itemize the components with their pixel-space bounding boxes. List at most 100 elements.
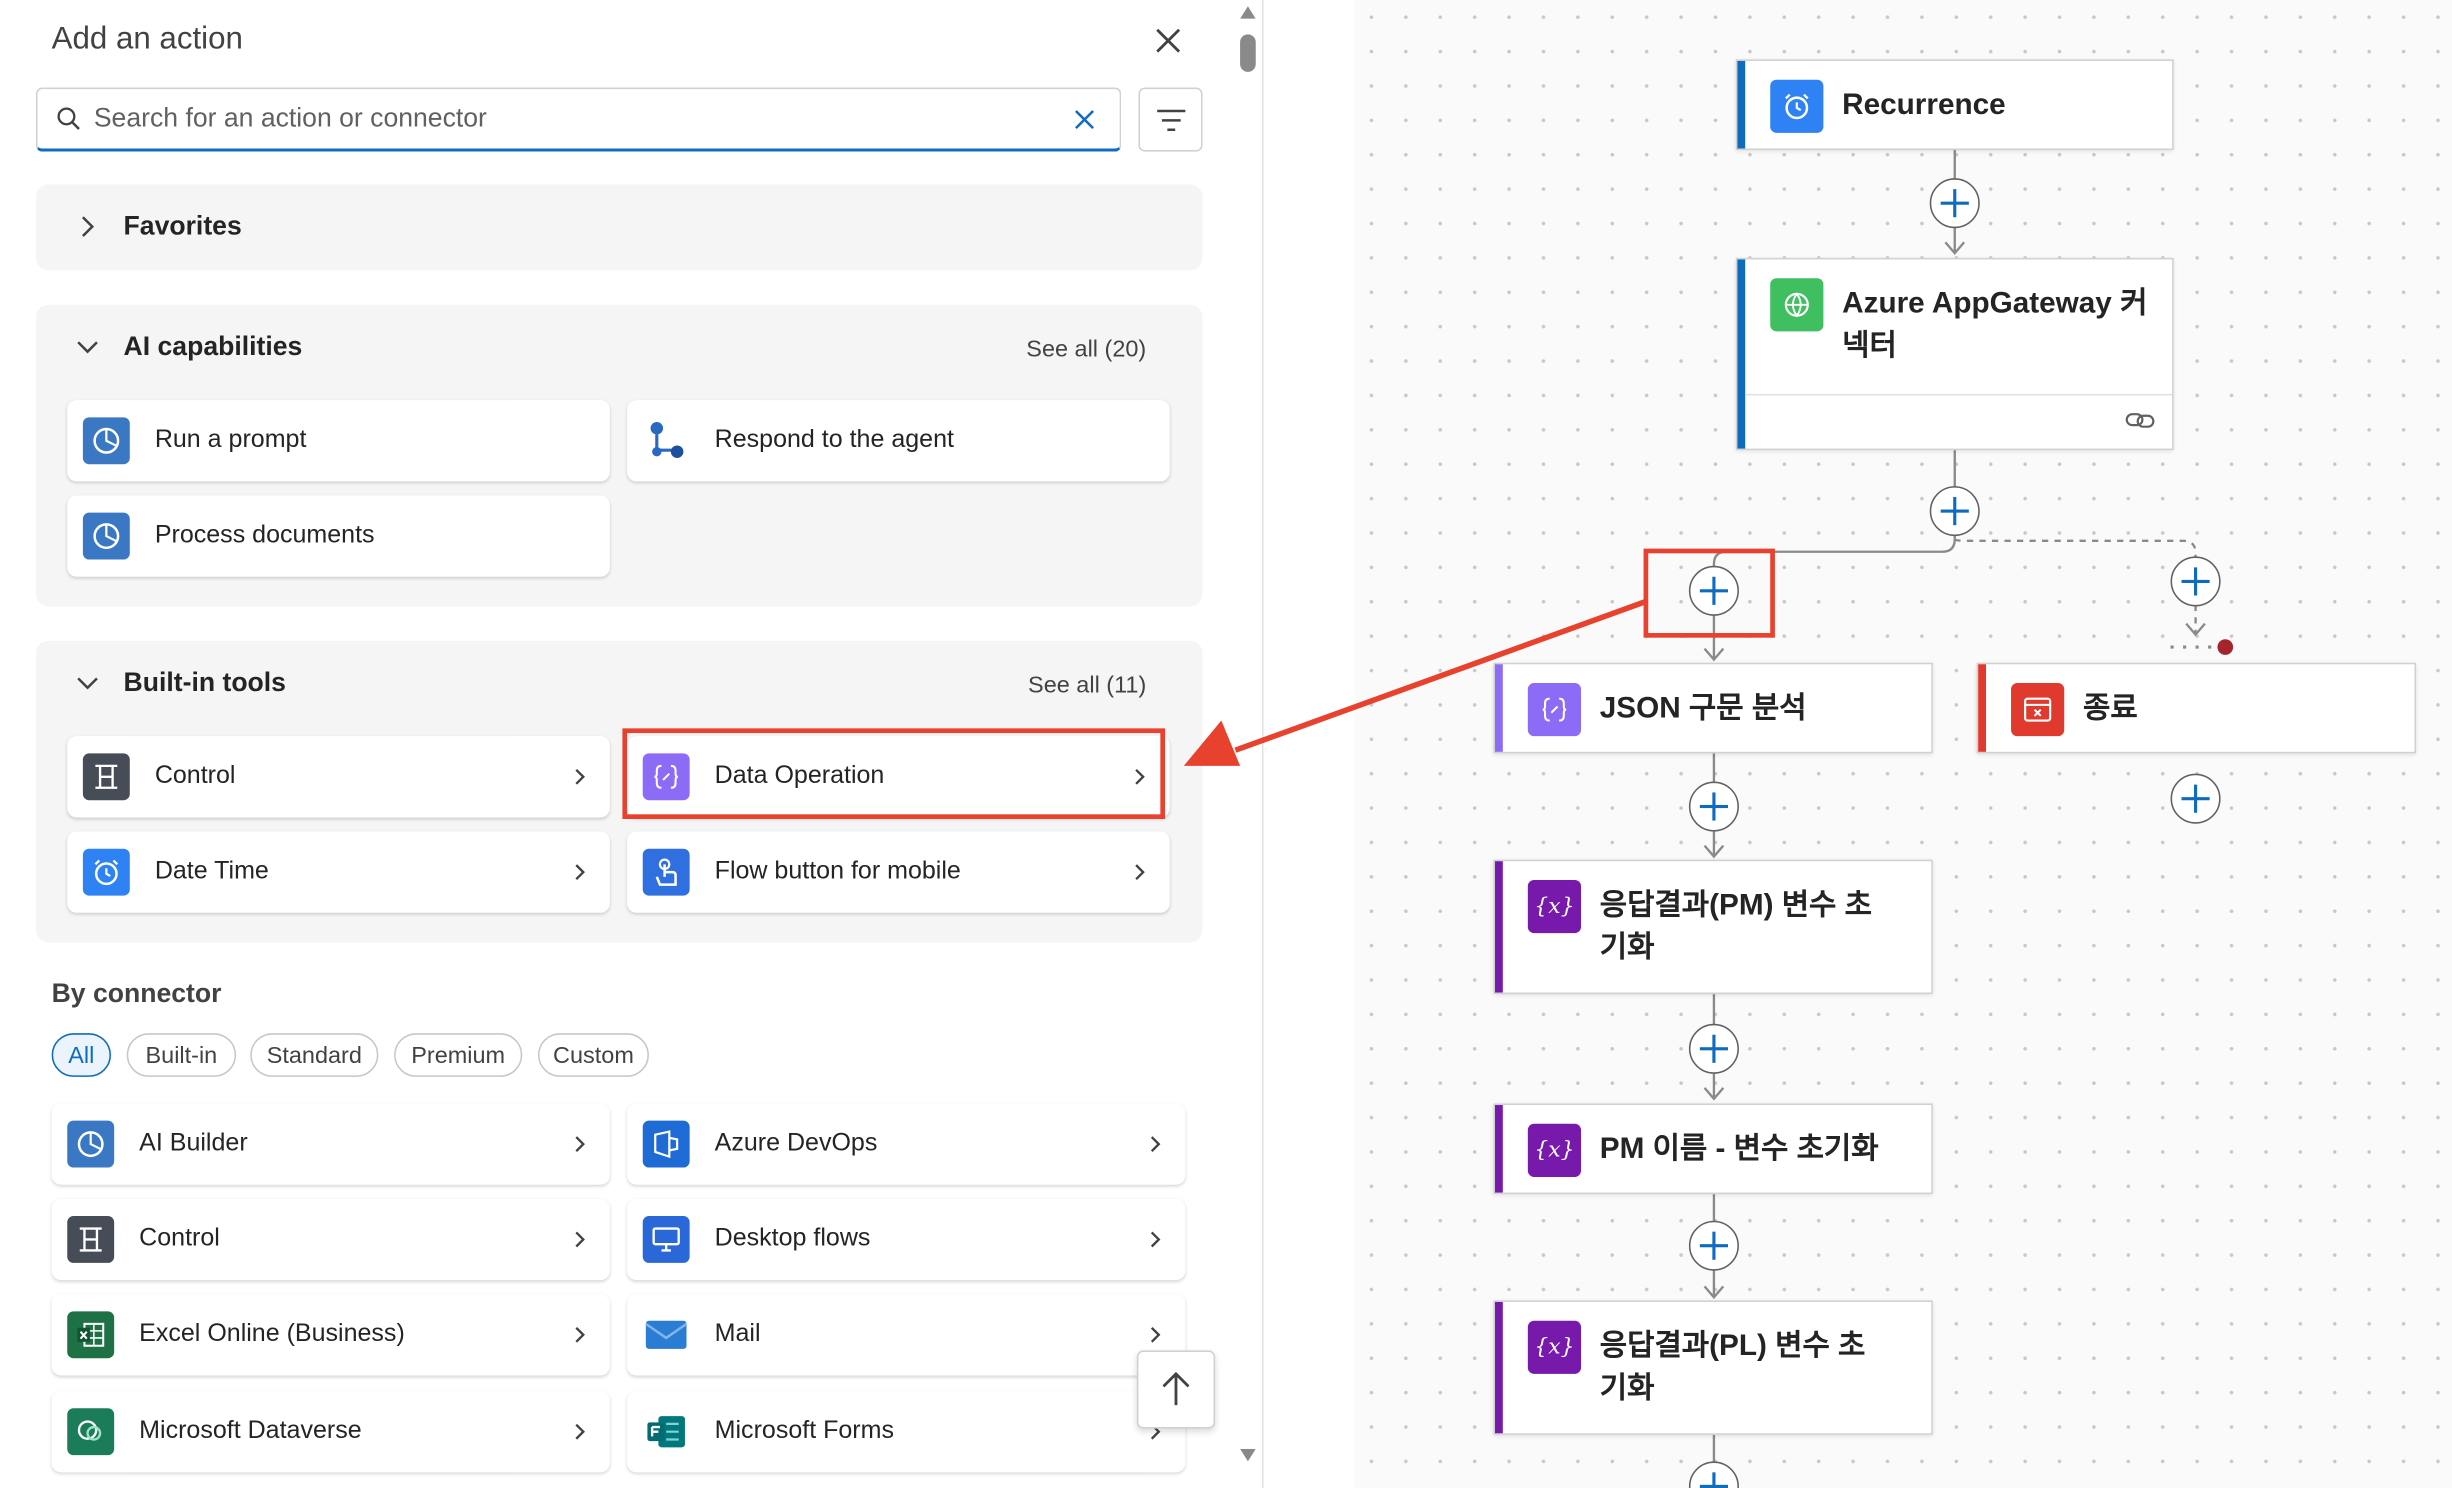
search-input[interactable]	[93, 103, 1067, 135]
azure-appgateway-node[interactable]: Azure AppGateway 커 넥터	[1735, 257, 2174, 451]
ai-capabilities-header[interactable]: AI capabilities	[73, 331, 302, 362]
filter-icon	[1156, 108, 1185, 131]
touch-icon	[642, 848, 690, 896]
card-label: Azure DevOps	[714, 1130, 878, 1157]
ai-capabilities-section: AI capabilities See all (20) Run a promp…	[35, 304, 1203, 607]
run-a-prompt-card[interactable]: Run a prompt	[67, 400, 610, 482]
init-variable-pm-name-node[interactable]: {x} PM 이름 - 변수 초기화	[1493, 1103, 1933, 1195]
azure-devops-icon	[642, 1120, 690, 1168]
chevron-right-icon	[1145, 1133, 1167, 1155]
builtin-see-all-link[interactable]: See all (11)	[1028, 672, 1146, 699]
card-label: Excel Online (Business)	[139, 1320, 405, 1348]
scroll-to-top-button[interactable]	[1136, 1350, 1216, 1429]
add-step-button[interactable]	[1688, 1220, 1739, 1271]
scroll-up-icon	[1240, 6, 1256, 19]
variable-icon: {x}	[1527, 879, 1582, 934]
filter-pill-custom[interactable]: Custom	[537, 1033, 649, 1077]
add-step-button[interactable]	[1688, 781, 1739, 832]
control-icon	[67, 1216, 115, 1263]
card-label: Date Time	[154, 858, 269, 885]
ai-see-all-link[interactable]: See all (20)	[1026, 336, 1146, 363]
ai-builder-icon	[67, 1120, 115, 1168]
filter-pill-all[interactable]: All	[51, 1033, 112, 1077]
node-title: Recurrence	[1842, 89, 2006, 122]
init-variable-pm-result-node[interactable]: {x} 응답결과(PM) 변수 초 기화	[1493, 859, 1933, 995]
forms-icon	[643, 1408, 690, 1455]
filter-pill-premium[interactable]: Premium	[394, 1033, 523, 1077]
scroll-down-icon	[1240, 1448, 1256, 1462]
variable-icon: {x}	[1527, 1123, 1582, 1177]
by-connector-heading: By connector	[51, 978, 222, 1009]
mail-icon	[643, 1311, 690, 1358]
connector-microsoft-dataverse[interactable]: Microsoft Dataverse	[51, 1391, 610, 1473]
chevron-down-icon	[73, 669, 101, 697]
chevron-down-icon	[73, 333, 101, 361]
globe-icon	[1770, 278, 1824, 332]
close-button[interactable]	[1149, 22, 1187, 60]
add-step-button[interactable]	[2170, 773, 2221, 824]
card-label: Respond to the agent	[714, 426, 954, 454]
card-label: Control	[139, 1225, 220, 1252]
search-box	[35, 87, 1122, 152]
card-label: Run a prompt	[154, 426, 307, 454]
chevron-right-icon	[73, 213, 101, 241]
chevron-right-icon	[569, 766, 591, 788]
clock-icon	[82, 848, 130, 896]
chevron-right-icon	[569, 1133, 591, 1155]
node-title: JSON 구문 분석	[1599, 692, 1807, 726]
node-title-line-2: 기화	[1599, 931, 1655, 965]
node-title-line-2: 넥터	[1842, 329, 1897, 363]
desktop-flows-icon	[642, 1216, 690, 1263]
respond-to-agent-card[interactable]: Respond to the agent	[627, 400, 1170, 482]
connector-microsoft-forms[interactable]: Microsoft Forms	[627, 1391, 1186, 1473]
scrollbar-thumb[interactable]	[1240, 34, 1256, 72]
chevron-right-icon	[569, 1324, 591, 1346]
flow-button-mobile-card[interactable]: Flow button for mobile	[627, 831, 1170, 913]
ai-builder-icon	[82, 417, 130, 465]
chevron-right-icon	[569, 861, 591, 883]
add-parallel-step-button[interactable]	[2170, 556, 2221, 607]
arrow-up-icon	[1162, 1371, 1190, 1406]
card-label: Desktop flows	[714, 1225, 871, 1252]
card-label: Mail	[714, 1320, 761, 1348]
filter-pill-standard[interactable]: Standard	[250, 1033, 379, 1077]
connector-excel-online[interactable]: Excel Online (Business)	[51, 1294, 610, 1376]
ai-builder-icon	[82, 512, 130, 560]
connector-mail[interactable]: Mail	[627, 1294, 1186, 1376]
filter-button[interactable]	[1138, 87, 1203, 152]
connector-control[interactable]: Control	[51, 1198, 610, 1281]
control-icon	[82, 753, 130, 801]
clear-search-button[interactable]	[1067, 102, 1101, 136]
connector-azure-devops[interactable]: Azure DevOps	[627, 1103, 1186, 1185]
search-icon	[57, 107, 80, 130]
built-in-tools-label: Built-in tools	[123, 667, 286, 698]
node-title: 종료	[2082, 692, 2138, 726]
panel-scrollbar[interactable]	[1235, 0, 1260, 1488]
data-operation-icon	[1527, 683, 1582, 737]
agent-icon	[643, 417, 690, 464]
filter-pill-built-in[interactable]: Built-in	[126, 1033, 237, 1077]
connector-desktop-flows[interactable]: Desktop flows	[627, 1198, 1186, 1281]
add-step-button[interactable]	[1688, 1023, 1739, 1074]
control-card[interactable]: Control	[67, 736, 610, 818]
node-title: PM 이름 - 변수 초기화	[1599, 1133, 1879, 1166]
node-title-line-1: 응답결과(PM) 변수 초	[1599, 889, 1872, 923]
parse-json-node[interactable]: JSON 구문 분석	[1493, 662, 1933, 754]
init-variable-pl-result-node[interactable]: {x} 응답결과(PL) 변수 초 기화	[1493, 1300, 1933, 1435]
recurrence-node[interactable]: Recurrence	[1735, 59, 2174, 151]
card-label: Flow button for mobile	[714, 858, 961, 885]
terminate-node[interactable]: 종료	[1976, 662, 2417, 754]
ai-capabilities-label: AI capabilities	[123, 331, 303, 362]
add-step-button[interactable]	[1929, 486, 1980, 537]
built-in-tools-header[interactable]: Built-in tools	[73, 667, 286, 698]
card-label: Process documents	[154, 522, 375, 549]
chevron-right-icon	[1145, 1229, 1167, 1251]
process-documents-card[interactable]: Process documents	[67, 495, 610, 577]
favorites-section[interactable]: Favorites	[35, 184, 1203, 271]
add-step-button[interactable]	[1929, 178, 1980, 229]
card-label: AI Builder	[139, 1130, 248, 1157]
date-time-card[interactable]: Date Time	[67, 831, 610, 913]
flow-canvas[interactable]: Recurrence Azure AppGateway 커 넥터 JSON 구문…	[1354, 0, 2452, 1488]
connector-ai-builder[interactable]: AI Builder	[51, 1103, 610, 1185]
card-label: Control	[154, 762, 236, 790]
